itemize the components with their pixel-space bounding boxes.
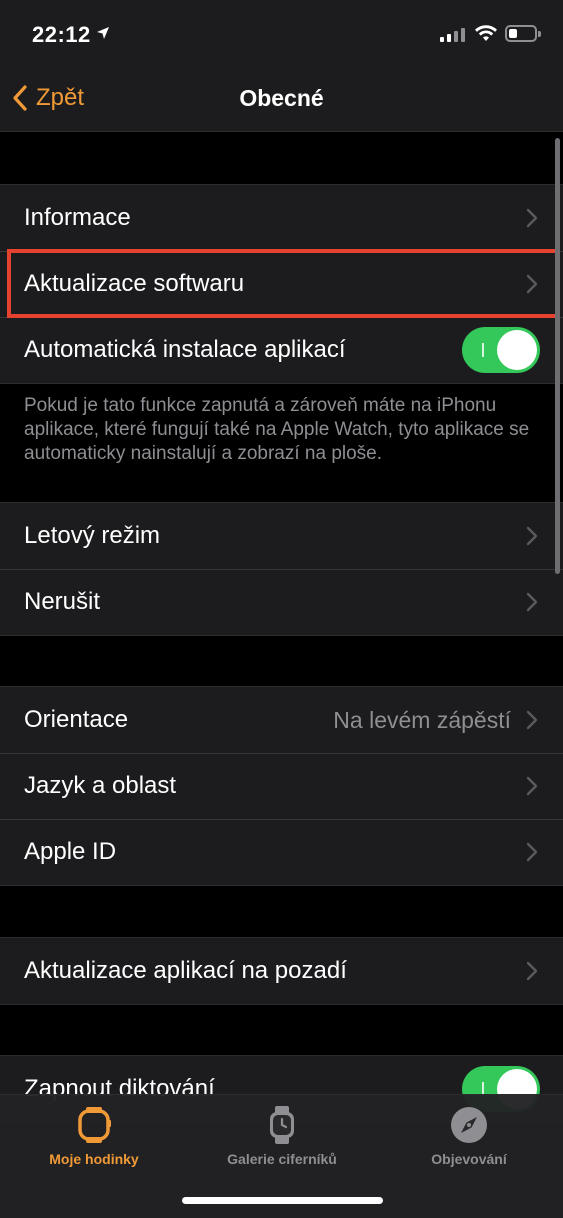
settings-group-background: Aktualizace aplikací na pozadí [0, 937, 563, 1005]
row-label: Jazyk a oblast [24, 772, 177, 799]
chevron-right-icon [526, 842, 538, 862]
scrollbar[interactable] [555, 138, 560, 574]
settings-group-general: Informace Aktualizace softwaru Automatic… [0, 184, 563, 384]
status-time: 22:12 [32, 22, 91, 47]
compass-icon [451, 1107, 487, 1143]
settings-group-modes: Letový režim Nerušit [0, 502, 563, 636]
row-label: Orientace [24, 706, 129, 733]
row-label: Nerušit [24, 588, 101, 615]
row-label: Informace [24, 204, 131, 231]
page-title: Obecné [239, 85, 324, 111]
row-label: Automatická instalace aplikací [24, 336, 346, 363]
chevron-right-icon [526, 961, 538, 981]
row-language-region[interactable]: Jazyk a oblast [0, 753, 563, 819]
row-label: Apple ID [24, 838, 117, 865]
navigation-bar: Zpět Obecné [0, 70, 563, 132]
chevron-right-icon [526, 776, 538, 796]
auto-install-toggle[interactable] [462, 327, 540, 373]
row-label: Letový režim [24, 522, 161, 549]
row-informace[interactable]: Informace [0, 185, 563, 251]
tab-face-gallery[interactable]: Galerie ciferníků [188, 1105, 376, 1167]
tab-label: Moje hodinky [49, 1151, 139, 1167]
tab-label: Objevování [431, 1151, 507, 1167]
chevron-right-icon [526, 592, 538, 612]
auto-install-footnote: Pokud je tato funkce zapnutá a zároveň m… [24, 395, 530, 464]
watch-icon [78, 1107, 111, 1143]
chevron-right-icon [526, 274, 538, 294]
row-label: Aktualizace aplikací na pozadí [24, 957, 347, 984]
row-auto-install-apps: Automatická instalace aplikací [0, 317, 563, 383]
row-do-not-disturb[interactable]: Nerušit [0, 569, 563, 635]
orientation-value: Na levém zápěstí [333, 706, 511, 733]
row-airplane-mode[interactable]: Letový režim [0, 503, 563, 569]
row-label: Aktualizace softwaru [24, 270, 245, 297]
chevron-right-icon [526, 526, 538, 546]
tab-label: Galerie ciferníků [227, 1151, 337, 1167]
location-arrow-icon [97, 27, 109, 39]
chevron-right-icon [526, 710, 538, 730]
row-orientation[interactable]: Orientace Na levém zápěstí [0, 687, 563, 753]
tab-my-watch[interactable]: Moje hodinky [0, 1105, 188, 1167]
home-indicator[interactable] [182, 1197, 383, 1204]
battery-icon [505, 25, 541, 42]
status-bar: 22:12 [0, 0, 563, 70]
row-software-update[interactable]: Aktualizace softwaru [0, 251, 563, 317]
tab-discover[interactable]: Objevování [375, 1105, 563, 1167]
wifi-icon [475, 25, 497, 41]
settings-group-preferences: Orientace Na levém zápěstí Jazyk a oblas… [0, 686, 563, 886]
chevron-right-icon [526, 208, 538, 228]
row-background-app-refresh[interactable]: Aktualizace aplikací na pozadí [0, 938, 563, 1004]
row-apple-id[interactable]: Apple ID [0, 819, 563, 885]
watch-face-gallery-icon [270, 1106, 294, 1144]
cellular-signal-icon [440, 26, 465, 42]
